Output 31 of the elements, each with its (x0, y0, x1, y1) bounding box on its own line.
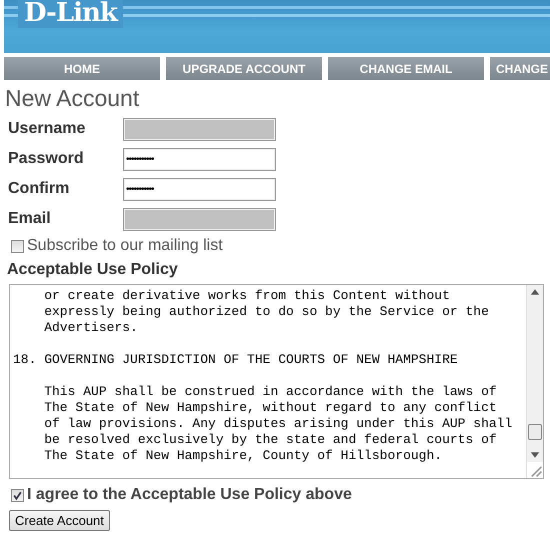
policy-text-line: The State of New Hampshire, County of Hillsborough. (43, 448, 444, 464)
checkbox[interactable] (11, 488, 24, 502)
policy-text-line: The State of New Hampshire, without regard to any conflict (43, 400, 498, 416)
create-account-button[interactable]: Create Account (9, 510, 110, 531)
checkbox-label: Subscribe to our mailing list (27, 237, 223, 255)
field-label: Confirm (7, 180, 70, 198)
nav-tab[interactable]: CHANGE EMAIL (328, 57, 484, 80)
checkbox[interactable] (11, 240, 24, 252)
policy-text-line: expressly being authorized to do so by the Service or the (43, 304, 490, 320)
policy-text-line: 18. GOVERNING JURISDICTION OF THE COURTS OF NEW HAMPSHIRE (13, 352, 459, 368)
scroll-thumb[interactable] (528, 424, 542, 440)
policy-text-line: This AUP shall be construed in accordance with the laws of (43, 384, 498, 400)
field-label: Email (7, 210, 52, 228)
field-label: Username (7, 120, 86, 138)
password-field[interactable]: ••••••••••• (123, 178, 276, 200)
policy-text-line: Advertisers. (43, 320, 139, 336)
field-label: Password (7, 150, 85, 168)
logo: D-Link (18, 0, 123, 28)
password-field[interactable]: ••••••••••• (123, 148, 276, 170)
page-title: New Account (5, 84, 140, 112)
scrollbar[interactable] (526, 285, 543, 478)
nav-tab[interactable]: HOME (4, 57, 160, 80)
checkbox-label: I agree to the Acceptable Use Policy above (27, 486, 352, 504)
section-heading: Acceptable Use Policy (7, 260, 179, 280)
policy-text-line: of law provisions. Any disputes arising under this AUP shall (43, 416, 514, 432)
resize-grip-icon[interactable] (527, 462, 543, 478)
nav-tab[interactable]: UPGRADE ACCOUNT (166, 57, 322, 80)
policy-text-line: or create derivative works from this Content without (43, 288, 451, 304)
nav-tab[interactable]: CHANGE (490, 57, 550, 80)
policy-text-line: be resolved exclusively by the state and federal courts of (43, 432, 498, 448)
policy-textarea[interactable] (9, 284, 544, 479)
